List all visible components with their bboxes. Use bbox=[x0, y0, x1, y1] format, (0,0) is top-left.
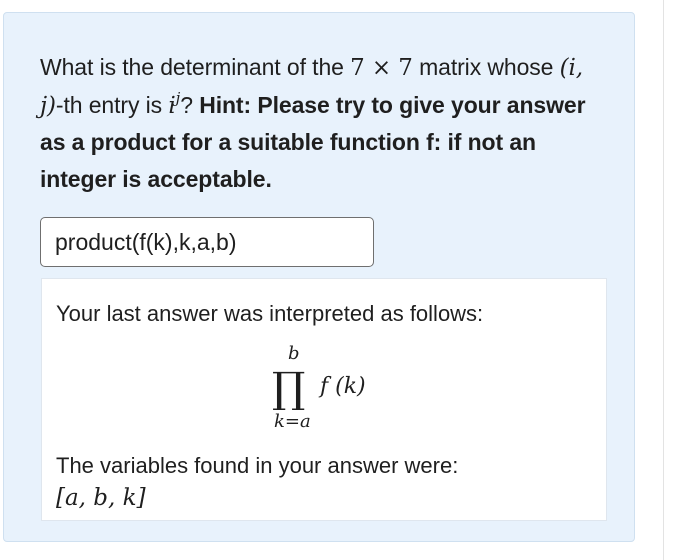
product-formula: b ∏ k=a f (k) bbox=[262, 341, 402, 437]
product-upper-limit: b bbox=[288, 343, 300, 364]
product-term: f (k) bbox=[320, 374, 366, 399]
product-lower-limit: k=a bbox=[274, 411, 311, 432]
entry-exponent: j bbox=[175, 88, 181, 107]
question-card: What is the determinant of the 7 × 7 mat… bbox=[3, 12, 635, 542]
preview-heading: Your last answer was interpreted as foll… bbox=[56, 301, 484, 326]
question-text: What is the determinant of the 7 × 7 mat… bbox=[40, 49, 610, 197]
variables-heading: The variables found in your answer were: bbox=[56, 453, 459, 478]
scrollbar-track[interactable] bbox=[663, 0, 700, 560]
entry-base: i bbox=[168, 92, 176, 119]
product-symbol: ∏ bbox=[272, 363, 306, 412]
question-lead: What is the determinant of the bbox=[40, 54, 351, 80]
question-after-entry: -th entry is bbox=[55, 91, 169, 118]
entry-power-math: ij bbox=[168, 90, 180, 119]
matrix-size-math: 7 × 7 bbox=[350, 55, 413, 81]
question-mid: matrix whose bbox=[412, 54, 560, 80]
question-after-power: ? bbox=[180, 91, 200, 118]
variables-list: [a, b, k] bbox=[56, 485, 146, 511]
answer-input[interactable] bbox=[40, 217, 374, 267]
answer-preview-box: Your last answer was interpreted as foll… bbox=[41, 278, 607, 521]
